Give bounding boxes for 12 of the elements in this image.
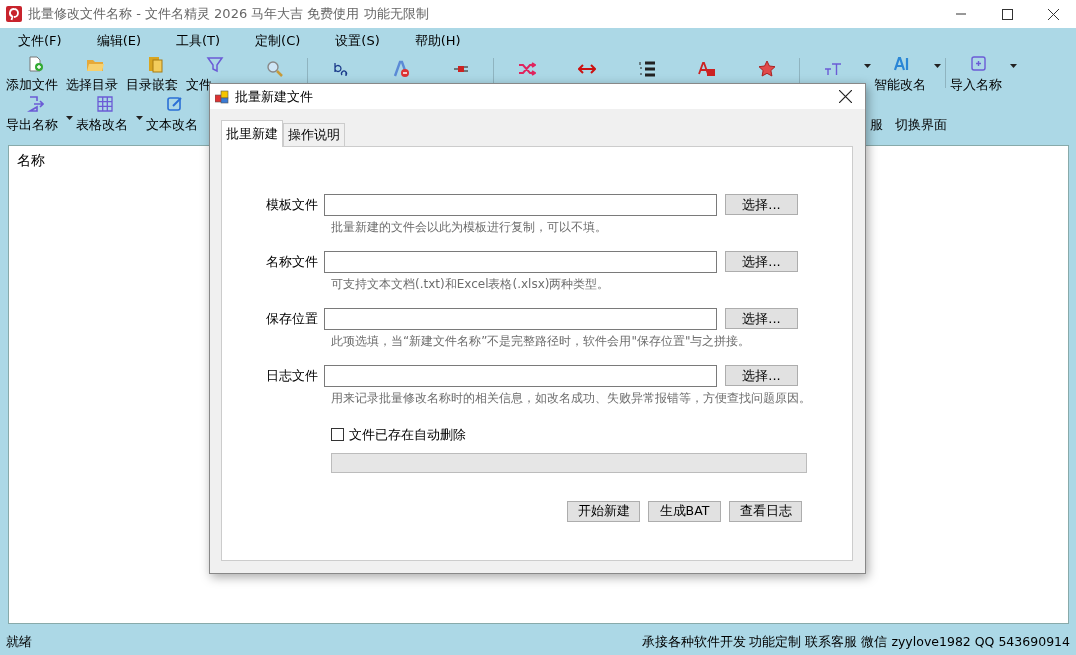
dialog-title: 批量新建文件	[235, 87, 314, 106]
hint-text: 可支持文本文档(.txt)和Excel表格(.xlsx)两种类型。	[331, 276, 610, 291]
hint-text: 此项选填，当“新建文件名称”不是完整路径时，软件会用"保存位置"与之拼接。	[331, 333, 751, 348]
window-title: 批量修改文件名称 - 文件名精灵 2026 马年大吉 免费使用 功能无限制	[28, 5, 430, 24]
hint-text: 用来记录批量修改名称时的相关信息，如改名成功、失败异常报错等，方便查找问题原因。	[331, 390, 811, 405]
field-label: 日志文件	[265, 366, 319, 385]
field-label: 名称文件	[265, 252, 319, 271]
status-text: 就绪	[6, 632, 32, 651]
contact-text: 承接各种软件开发 功能定制 联系客服 微信 zyylove1982 QQ 543690914	[641, 632, 1070, 651]
field-label: 保存位置	[265, 309, 319, 328]
field-label: 模板文件	[265, 195, 319, 214]
hint-text: 批量新建的文件会以此为模板进行复制，可以不填。	[331, 219, 607, 234]
